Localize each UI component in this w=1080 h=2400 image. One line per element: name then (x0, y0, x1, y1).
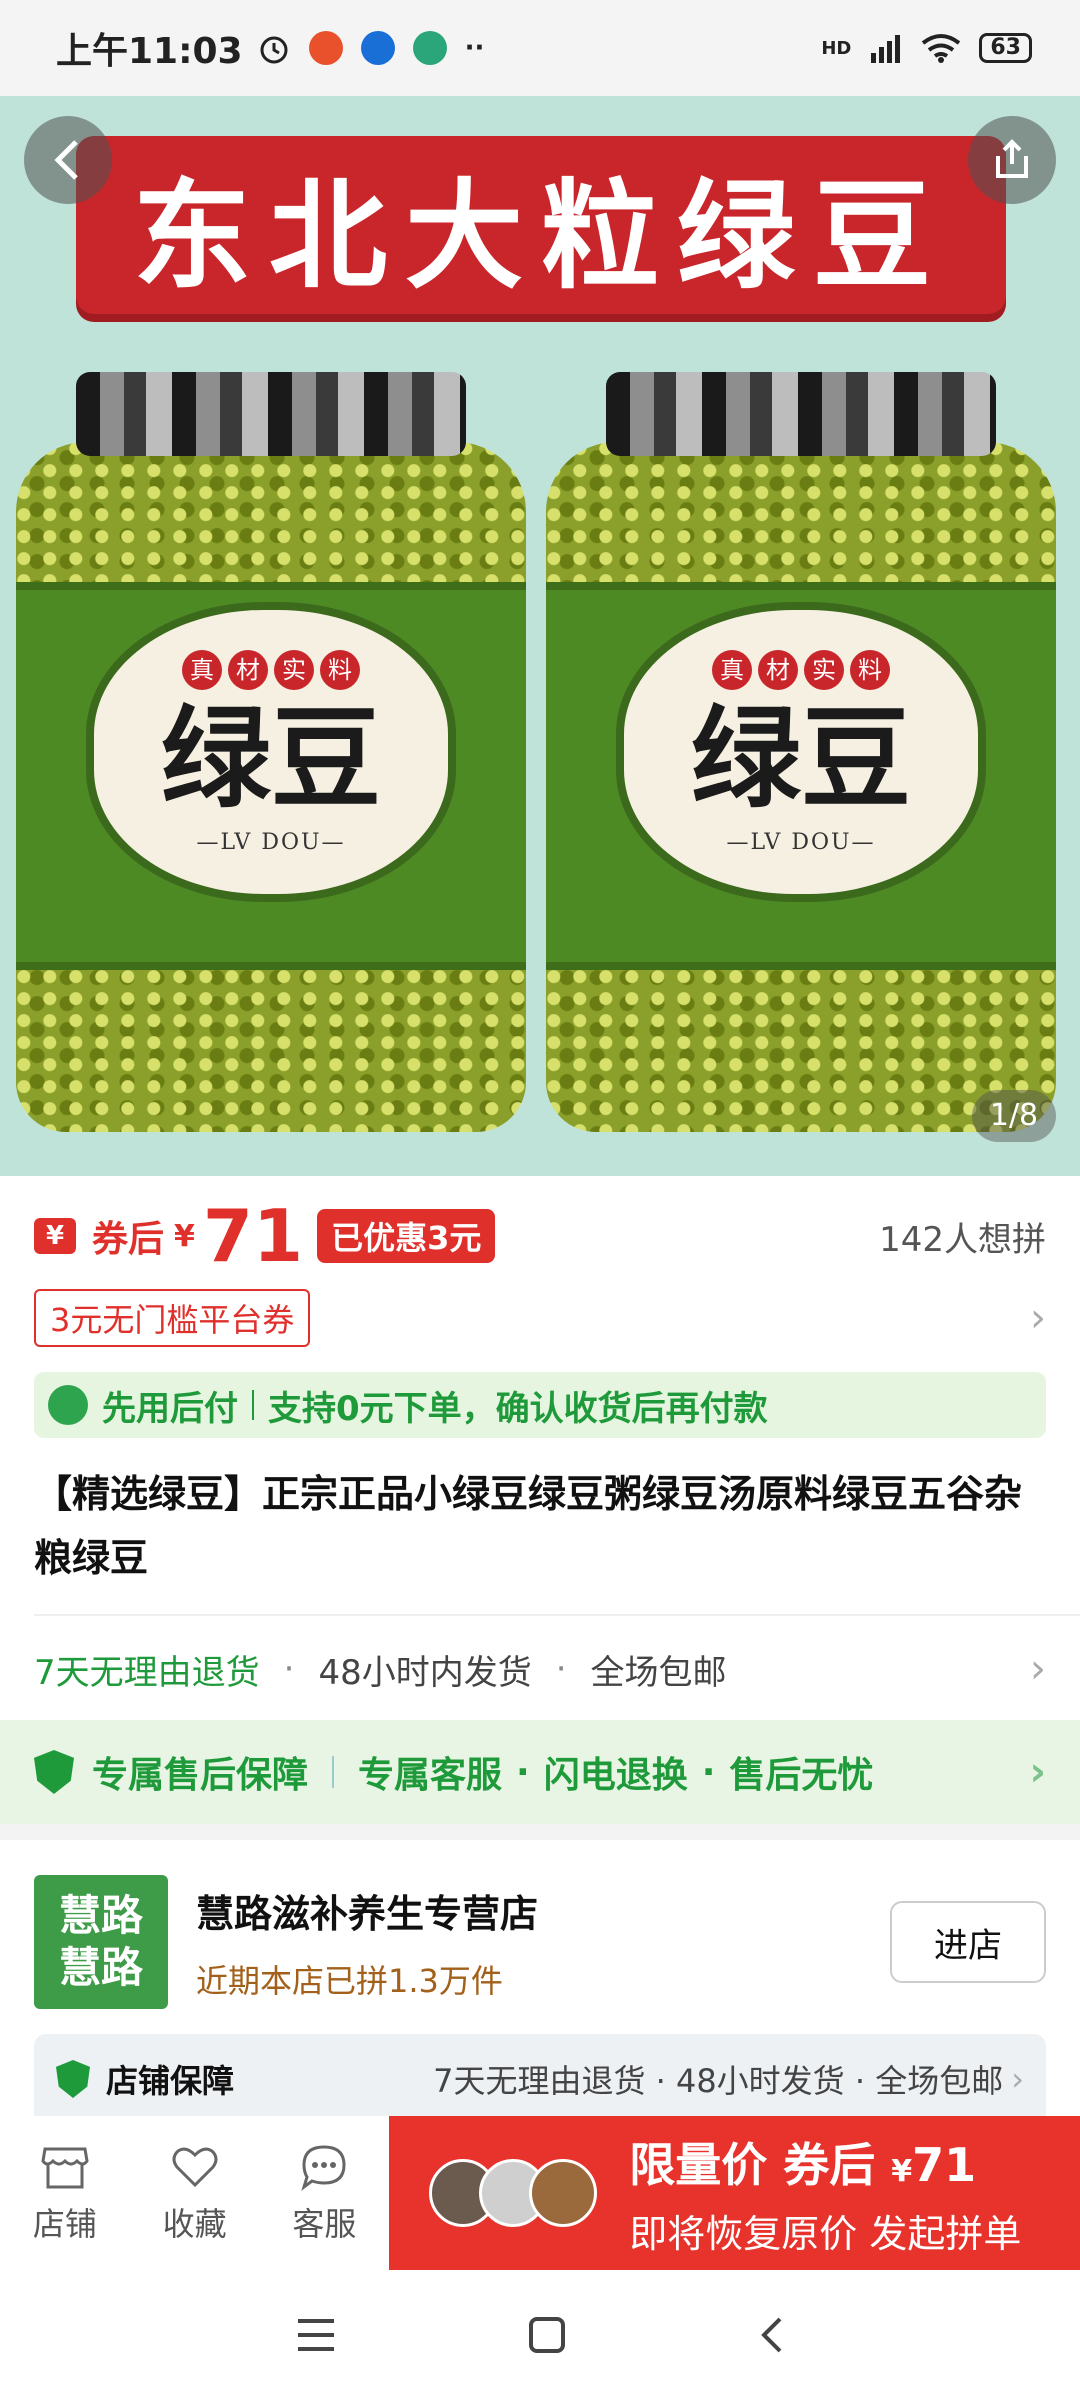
share-button[interactable] (968, 116, 1056, 204)
bottom-action-bar: 店铺 收藏 客服 限量价 券后 ¥71 即将恢复原价 发起拼单 (0, 2116, 1080, 2270)
shop-sold-count: 近期本店已拼1.3万件 (196, 1961, 503, 2000)
service-row[interactable]: 7天无理由退货 · 48小时内发货 · 全场包邮 › (34, 1636, 1046, 1702)
shop-name[interactable]: 慧路滋补养生专营店 (196, 1883, 538, 1938)
after-coupon-label: 券后 (92, 1219, 165, 1260)
shop-guarantee-row[interactable]: 店铺保障 7天无理由退货 · 48小时发货 · 全场包邮 › (34, 2034, 1046, 2124)
after-sale-banner[interactable]: 专属售后保障 专属客服 · 闪电退换 · 售后无忧 › (0, 1720, 1080, 1824)
home-icon[interactable] (527, 2315, 567, 2355)
app-notification-icon (412, 31, 447, 65)
customer-service-button[interactable]: 客服 (260, 2116, 390, 2270)
heart-icon (172, 2147, 218, 2188)
group-buy-button[interactable]: 限量价 券后 ¥71 即将恢复原价 发起拼单 (389, 2116, 1080, 2270)
product-image-banner: 东北大粒绿豆 (76, 136, 1006, 314)
store-icon (41, 2147, 89, 2189)
shop-guarantee-title: 店铺保障 (106, 2062, 235, 2100)
system-nav-bar (0, 2270, 1080, 2400)
buy-price: 71 (912, 2137, 977, 2192)
product-image-carousel[interactable]: 东北大粒绿豆 真材实料 绿豆 —LV DOU— 真材实料 绿豆 —LV DOU— (0, 96, 1080, 1176)
divider (34, 1614, 1080, 1616)
buy-limited-price-label: 限量价 券后 (629, 2137, 876, 2192)
chevron-right-icon: › (1030, 1295, 1046, 1341)
wants-count: 142人想拼 (879, 1219, 1046, 1260)
buyer-avatars (429, 2159, 598, 2227)
wifi-icon (922, 34, 961, 63)
shield-icon (34, 1750, 74, 1794)
coupon-icon: ¥ (34, 1218, 76, 1254)
status-time: 上午11:03 (56, 31, 243, 72)
chevron-right-icon: › (1030, 1646, 1046, 1692)
pay-later-icon (48, 1385, 88, 1425)
signal-icon (871, 35, 901, 63)
battery-indicator: 63 (979, 33, 1032, 63)
price-amount: 71 (202, 1194, 304, 1278)
back-nav-icon[interactable] (756, 2315, 786, 2355)
shop-logo[interactable]: 慧路 慧路 (34, 1875, 168, 2009)
divider (252, 1390, 254, 1420)
customer-service-label: 客服 (292, 2205, 357, 2243)
status-notification-icons: ·· (257, 31, 485, 65)
chevron-right-icon: › (1011, 2060, 1024, 2098)
chevron-right-icon: › (1029, 1749, 1046, 1795)
shield-icon (56, 2060, 90, 2098)
divider (332, 1756, 335, 1788)
product-title: 【精选绿豆】正宗正品小绿豆绿豆粥绿豆汤原料绿豆五谷杂粮绿豆 (34, 1472, 1023, 1580)
after-sale-item: 闪电退换 (543, 1755, 688, 1796)
status-bar: 上午11:03 ·· HD 63 (0, 0, 1080, 96)
favorite-label: 收藏 (162, 2205, 227, 2243)
currency-symbol: ¥ (174, 1218, 195, 1254)
coupon-row[interactable]: 3元无门槛平台券 › (34, 1289, 1046, 1347)
share-icon (996, 139, 1028, 178)
app-notification-icon (360, 31, 395, 65)
after-sale-title: 专属售后保障 (92, 1755, 309, 1796)
discount-badge: 已优惠3元 (317, 1209, 496, 1263)
price-row: ¥ 券后 ¥ 71 已优惠3元 142人想拼 (34, 1196, 1046, 1276)
section-gap (0, 1824, 1080, 1840)
service-free-shipping: 全场包邮 (590, 1652, 727, 1693)
more-notifications-icon: ·· (464, 33, 485, 63)
shop-tab-label: 店铺 (32, 2205, 97, 2243)
network-type-label: HD (821, 37, 852, 59)
product-jar-left: 真材实料 绿豆 —LV DOU— (16, 372, 526, 1132)
shop-tab-button[interactable]: 店铺 (0, 2116, 130, 2270)
chevron-left-icon (54, 140, 78, 180)
avatar (529, 2159, 598, 2227)
alarm-icon (260, 36, 288, 64)
product-jar-right: 真材实料 绿豆 —LV DOU— (546, 372, 1056, 1132)
buy-currency: ¥ (891, 2153, 913, 2189)
service-return: 7天无理由退货 (34, 1652, 260, 1693)
menu-icon[interactable] (294, 2315, 338, 2355)
enter-shop-button[interactable]: 进店 (890, 1901, 1046, 1983)
back-button[interactable] (24, 116, 112, 204)
after-sale-item: 售后无忧 (729, 1755, 874, 1796)
after-sale-item: 专属客服 (358, 1755, 503, 1796)
platform-coupon-tag: 3元无门槛平台券 (34, 1289, 311, 1347)
app-notification-icon (308, 31, 343, 65)
service-shipping: 48小时内发货 (318, 1652, 532, 1693)
favorite-button[interactable]: 收藏 (130, 2116, 260, 2270)
shop-guarantee-items: 7天无理由退货 · 48小时发货 · 全场包邮 (433, 2062, 1004, 2100)
banner-text: 东北大粒绿豆 (132, 165, 949, 305)
pay-later-detail: 支持0元下单，确认收货后再付款 (268, 1388, 768, 1429)
pay-later-banner[interactable]: 先用后付 支持0元下单，确认收货后再付款 (34, 1372, 1046, 1438)
shop-card[interactable]: 慧路 慧路 慧路滋补养生专营店 近期本店已拼1.3万件 进店 (34, 1875, 1046, 2009)
pay-later-title: 先用后付 (102, 1388, 238, 1429)
buy-subtitle: 即将恢复原价 发起拼单 (629, 2211, 1022, 2256)
image-pager-indicator: 1/8 (972, 1090, 1056, 1142)
chat-icon (301, 2145, 346, 2191)
